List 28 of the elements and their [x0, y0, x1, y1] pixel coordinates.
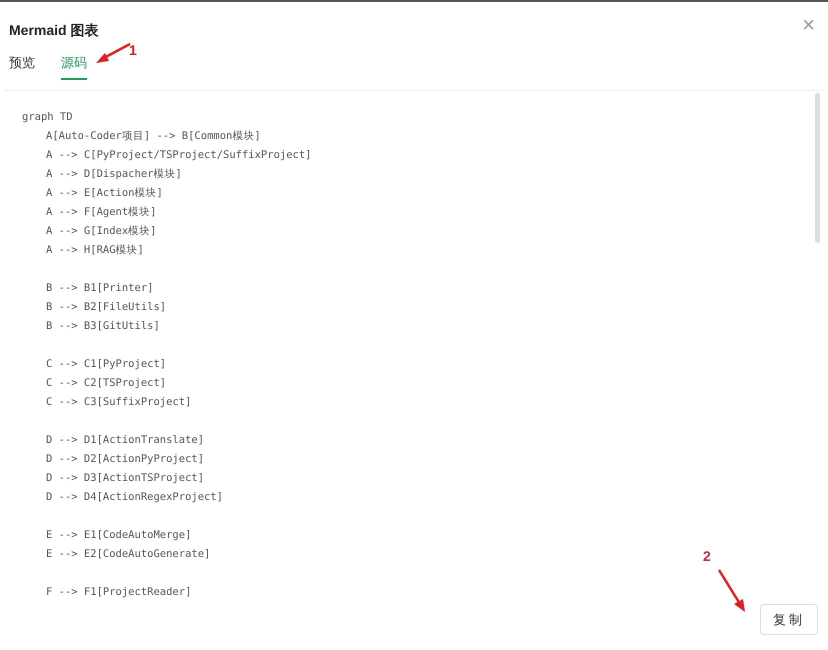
- code-line: graph TD: [22, 110, 73, 124]
- code-line: A --> F[Agent模块]: [46, 204, 157, 220]
- code-line: D --> D2[ActionPyProject]: [46, 452, 204, 466]
- code-line: F --> F1[ProjectReader]: [46, 584, 192, 600]
- code-line: D --> D4[ActionRegexProject]: [46, 490, 224, 504]
- annotation-number: 2: [703, 547, 711, 566]
- code-line: A --> G[Index模块]: [46, 224, 157, 238]
- code-line: D --> D3[ActionTSProject]: [46, 470, 204, 486]
- code-line: C --> C3[SuffixProject]: [46, 394, 192, 410]
- tab[interactable]: 预览: [9, 53, 35, 80]
- code-line: C --> C2[TSProject]: [46, 376, 166, 390]
- code-line: D --> D1[ActionTranslate]: [46, 432, 204, 448]
- code-line: A --> D[Dispacher模块]: [46, 166, 182, 182]
- code-line: A --> H[RAG模块]: [46, 242, 144, 258]
- code-line: B --> B2[FileUtils]: [46, 300, 166, 314]
- code-line: B --> B1[Printer]: [46, 280, 154, 296]
- code-line: A[Auto-Coder项目] --> B[Common模块]: [46, 128, 261, 144]
- code-line: C --> C1[PyProject]: [46, 356, 166, 372]
- scrollbar-thumb[interactable]: [815, 92, 820, 242]
- dialog-title: Mermaid 图表: [9, 21, 98, 40]
- annotation-number: 1: [129, 41, 137, 60]
- code-line: A --> C[PyProject/TSProject/SuffixProject]: [46, 148, 312, 162]
- code-line: B --> B3[GitUtils]: [46, 318, 160, 334]
- annotation-arrow: [716, 568, 748, 614]
- code-line: E --> E2[CodeAutoGenerate]: [46, 546, 210, 562]
- copy-button[interactable]: 复制: [760, 604, 818, 635]
- code-line: A --> E[Action模块]: [46, 186, 163, 200]
- code-line: E --> E1[CodeAutoMerge]: [46, 528, 192, 542]
